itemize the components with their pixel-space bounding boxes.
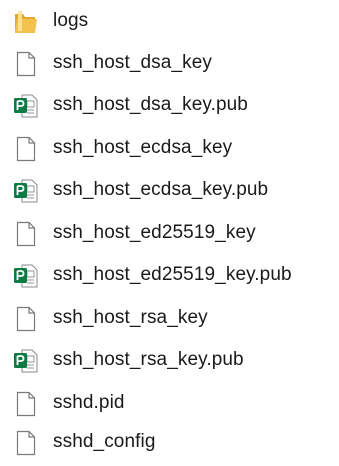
file-icon [13,429,39,457]
file-row-ssh-host-ecdsa-key[interactable]: ssh_host_ecdsa_key [0,127,339,171]
file-icon [13,390,39,418]
file-row-ssh-host-dsa-key[interactable]: ssh_host_dsa_key [0,42,339,86]
file-list: logs ssh_host_dsa_key ssh_host_dsa_key.p… [0,0,339,466]
file-row-logs[interactable]: logs [0,0,339,44]
folder-icon [13,8,39,36]
file-name: ssh_host_ecdsa_key.pub [53,179,269,200]
file-name: ssh_host_rsa_key.pub [53,349,244,370]
file-name: ssh_host_ed25519_key.pub [53,264,292,285]
file-icon [13,135,39,163]
publisher-file-icon [13,177,39,205]
file-row-ssh-host-rsa-key-pub[interactable]: ssh_host_rsa_key.pub [0,339,339,383]
file-name: ssh_host_ed25519_key [53,222,256,243]
file-name: sshd.pid [53,392,125,413]
file-row-ssh-host-ed25519-key-pub[interactable]: ssh_host_ed25519_key.pub [0,254,339,298]
file-row-ssh-host-rsa-key[interactable]: ssh_host_rsa_key [0,297,339,341]
file-row-ssh-host-dsa-key-pub[interactable]: ssh_host_dsa_key.pub [0,84,339,128]
file-icon [13,220,39,248]
file-name: ssh_host_dsa_key [53,52,212,73]
publisher-file-icon [13,347,39,375]
file-name: logs [53,10,89,31]
file-name: ssh_host_ecdsa_key [53,137,233,158]
file-row-ssh-host-ecdsa-key-pub[interactable]: ssh_host_ecdsa_key.pub [0,169,339,213]
file-row-sshd-pid[interactable]: sshd.pid [0,382,339,426]
file-icon [13,305,39,333]
publisher-file-icon [13,262,39,290]
file-row-ssh-host-ed25519-key[interactable]: ssh_host_ed25519_key [0,212,339,256]
file-name: ssh_host_rsa_key [53,307,208,328]
file-name: ssh_host_dsa_key.pub [53,94,248,115]
publisher-file-icon [13,92,39,120]
file-row-sshd-config[interactable]: sshd_config [0,421,339,465]
file-name: sshd_config [53,431,156,452]
file-icon [13,50,39,78]
